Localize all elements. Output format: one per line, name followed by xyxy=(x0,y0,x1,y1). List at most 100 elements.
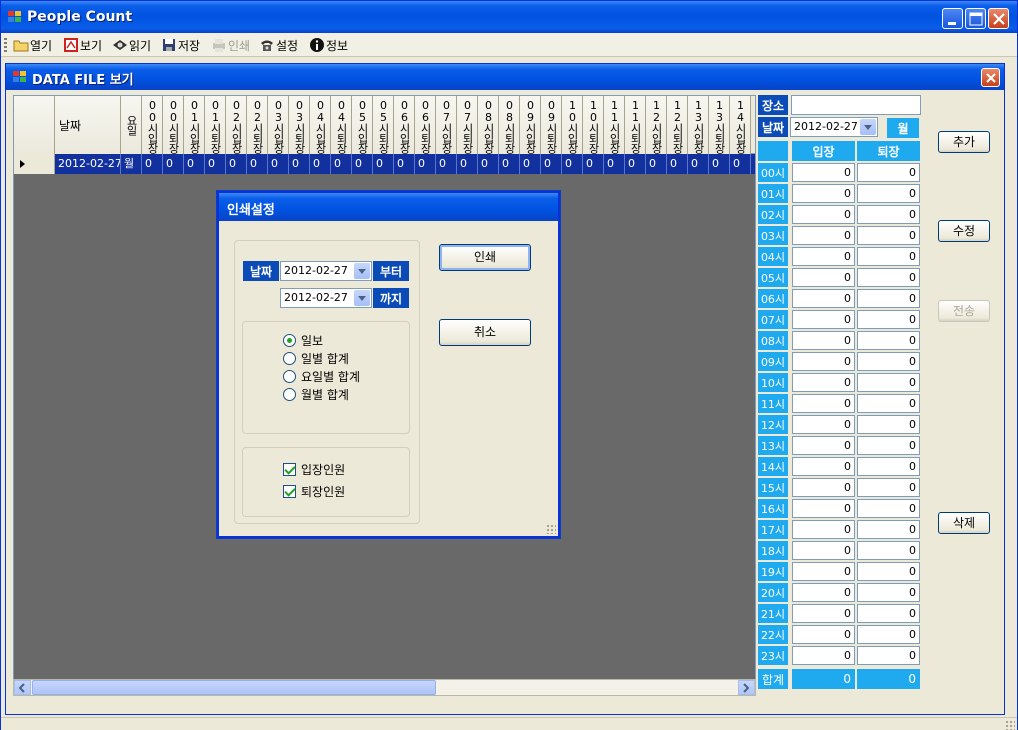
child-title-bar[interactable]: DATA FILE 보기 xyxy=(6,64,1004,90)
hour-column-header[interactable]: 11시퇴장 xyxy=(625,96,646,154)
hour-value-cell[interactable]: 0 xyxy=(499,154,520,174)
read-button[interactable]: 읽기 xyxy=(112,35,151,55)
hour-column-header[interactable]: 03시퇴장 xyxy=(289,96,310,154)
hour-enter-value[interactable]: 0 xyxy=(792,247,855,266)
hour-value-cell[interactable]: 0 xyxy=(352,154,373,174)
hour-column-header[interactable]: 02시입장 xyxy=(226,96,247,154)
minimize-button[interactable] xyxy=(942,8,963,29)
open-button[interactable]: 열기 xyxy=(13,35,52,55)
hour-enter-value[interactable]: 0 xyxy=(792,394,855,413)
hour-column-header[interactable]: 12시퇴장 xyxy=(667,96,688,154)
hour-enter-value[interactable]: 0 xyxy=(792,289,855,308)
hour-column-header[interactable]: 13시퇴장 xyxy=(709,96,730,154)
people-type-checkbox[interactable]: 퇴장인원 xyxy=(283,483,345,500)
hour-exit-value[interactable]: 0 xyxy=(857,520,920,539)
hour-value-cell[interactable]: 0 xyxy=(394,154,415,174)
cancel-button[interactable]: 취소 xyxy=(439,319,531,346)
hour-enter-value[interactable]: 0 xyxy=(792,268,855,287)
date-column-header[interactable]: 날짜 xyxy=(55,96,121,154)
hour-value-cell[interactable]: 0 xyxy=(583,154,604,174)
hour-value-cell[interactable]: 0 xyxy=(478,154,499,174)
hour-enter-value[interactable]: 0 xyxy=(792,184,855,203)
hour-value-cell[interactable]: 0 xyxy=(205,154,226,174)
hour-value-cell[interactable]: 0 xyxy=(604,154,625,174)
hour-exit-value[interactable]: 0 xyxy=(857,247,920,266)
hour-exit-value[interactable]: 0 xyxy=(857,583,920,602)
horizontal-scrollbar[interactable] xyxy=(13,679,756,696)
hour-column-header[interactable]: 14시입장 xyxy=(730,96,751,154)
hour-exit-value[interactable]: 0 xyxy=(857,478,920,497)
hour-column-header[interactable]: 05시입장 xyxy=(352,96,373,154)
hour-value-cell[interactable]: 0 xyxy=(436,154,457,174)
hour-value-cell[interactable]: 0 xyxy=(457,154,478,174)
place-input[interactable] xyxy=(791,95,921,115)
hour-value-cell[interactable]: 0 xyxy=(541,154,562,174)
hour-column-header[interactable]: 06시퇴장 xyxy=(415,96,436,154)
hour-value-cell[interactable]: 0 xyxy=(184,154,205,174)
hour-exit-value[interactable]: 0 xyxy=(857,163,920,182)
row-weekday-cell[interactable]: 월 xyxy=(121,154,142,174)
hour-enter-value[interactable]: 0 xyxy=(792,646,855,665)
checkbox-box[interactable] xyxy=(283,463,296,476)
hour-enter-value[interactable]: 0 xyxy=(792,541,855,560)
hour-enter-value[interactable]: 0 xyxy=(792,436,855,455)
hour-enter-value[interactable]: 0 xyxy=(792,205,855,224)
hour-exit-value[interactable]: 0 xyxy=(857,436,920,455)
hour-column-header[interactable]: 07시입장 xyxy=(436,96,457,154)
hour-enter-value[interactable]: 0 xyxy=(792,583,855,602)
radio-circle[interactable] xyxy=(283,334,296,347)
save-button[interactable]: 저장 xyxy=(161,35,200,55)
hour-value-cell[interactable]: 0 xyxy=(142,154,163,174)
hour-exit-value[interactable]: 0 xyxy=(857,499,920,518)
hour-value-cell[interactable]: 0 xyxy=(709,154,730,174)
hour-enter-value[interactable]: 0 xyxy=(792,625,855,644)
child-close-button[interactable] xyxy=(981,68,1000,87)
dialog-title[interactable]: 인쇄설정 xyxy=(219,193,558,221)
hour-exit-value[interactable]: 0 xyxy=(857,289,920,308)
radio-circle[interactable] xyxy=(283,388,296,401)
window-resize-grip[interactable] xyxy=(1005,720,1015,730)
hour-value-cell[interactable]: 0 xyxy=(310,154,331,174)
hour-exit-value[interactable]: 0 xyxy=(857,373,920,392)
hour-column-header[interactable]: 09시입장 xyxy=(520,96,541,154)
weekday-column-header[interactable]: 요일 xyxy=(121,96,142,154)
hour-enter-value[interactable]: 0 xyxy=(792,163,855,182)
maximize-button[interactable] xyxy=(965,8,986,29)
people-type-checkbox[interactable]: 입장인원 xyxy=(283,461,345,478)
settings-button[interactable]: 설정 xyxy=(259,35,298,55)
hour-value-cell[interactable]: 0 xyxy=(415,154,436,174)
hour-exit-value[interactable]: 0 xyxy=(857,310,920,329)
hour-exit-value[interactable]: 0 xyxy=(857,394,920,413)
hour-exit-value[interactable]: 0 xyxy=(857,205,920,224)
hour-value-cell[interactable]: 0 xyxy=(373,154,394,174)
hour-enter-value[interactable]: 0 xyxy=(792,415,855,434)
hour-column-header[interactable]: 01시퇴장 xyxy=(205,96,226,154)
hour-exit-value[interactable]: 0 xyxy=(857,541,920,560)
table-row[interactable]: 2012-02-27 월 000000000000000000000000000… xyxy=(14,154,755,174)
report-option-radio[interactable]: 일보 xyxy=(283,332,323,349)
send-button[interactable]: 전송 xyxy=(938,300,990,322)
hour-value-cell[interactable]: 0 xyxy=(163,154,184,174)
delete-button[interactable]: 삭제 xyxy=(938,512,990,534)
hour-column-header[interactable]: 08시입장 xyxy=(478,96,499,154)
report-option-radio[interactable]: 월별 합계 xyxy=(283,386,349,403)
panel-date-picker[interactable]: 2012-02-27 xyxy=(790,117,878,137)
to-date-picker[interactable]: 2012-02-27 xyxy=(280,288,372,308)
hour-column-header[interactable]: 06시입장 xyxy=(394,96,415,154)
hour-exit-value[interactable]: 0 xyxy=(857,415,920,434)
hour-column-header[interactable]: 00시입장 xyxy=(142,96,163,154)
hour-enter-value[interactable]: 0 xyxy=(792,604,855,623)
scroll-left-button[interactable] xyxy=(14,680,31,695)
hour-enter-value[interactable]: 0 xyxy=(792,457,855,476)
hour-column-header[interactable]: 10시입장 xyxy=(562,96,583,154)
hour-exit-value[interactable]: 0 xyxy=(857,352,920,371)
from-date-picker[interactable]: 2012-02-27 xyxy=(280,261,372,281)
title-bar[interactable]: People Count xyxy=(1,1,1017,33)
close-button[interactable] xyxy=(988,8,1009,29)
hour-exit-value[interactable]: 0 xyxy=(857,226,920,245)
scroll-thumb[interactable] xyxy=(32,680,436,695)
hour-column-header[interactable]: 01시입장 xyxy=(184,96,205,154)
hour-enter-value[interactable]: 0 xyxy=(792,499,855,518)
hour-column-header[interactable]: 12시입장 xyxy=(646,96,667,154)
scroll-right-button[interactable] xyxy=(738,680,755,695)
